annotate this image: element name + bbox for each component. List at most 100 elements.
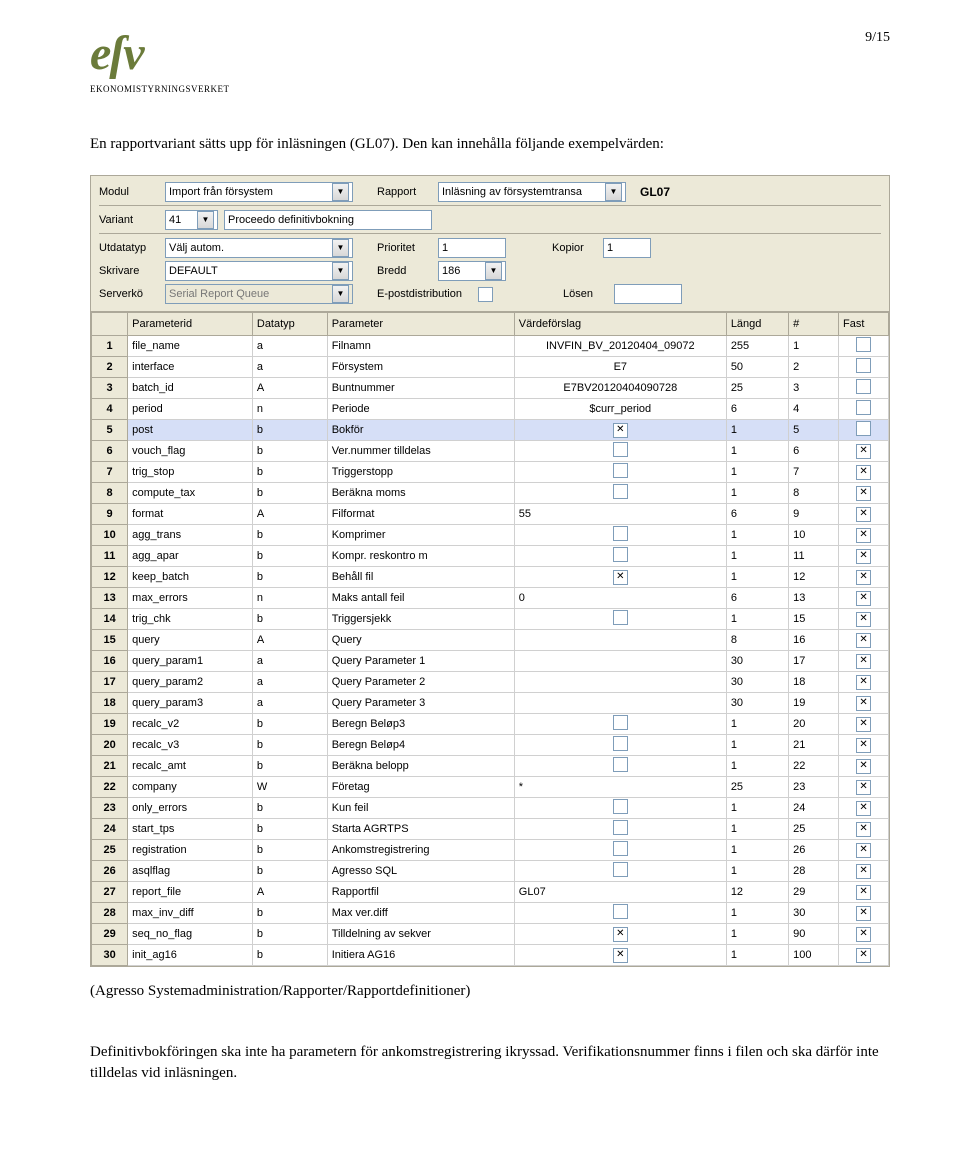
checkbox-icon[interactable]: ✕ (856, 654, 871, 669)
checkbox-icon[interactable] (613, 841, 628, 856)
checkbox-icon[interactable] (613, 820, 628, 835)
table-row[interactable]: 29seq_no_flagbTilldelning av sekver✕190✕ (92, 924, 889, 945)
cell-fast[interactable]: ✕ (839, 798, 889, 819)
table-row[interactable]: 24start_tpsbStarta AGRTPS125✕ (92, 819, 889, 840)
modul-input[interactable]: Import från försystem ▼ (165, 182, 353, 202)
cell-fast[interactable] (839, 336, 889, 357)
chevron-down-icon[interactable]: ▼ (485, 262, 502, 280)
cell-fast[interactable]: ✕ (839, 504, 889, 525)
checkbox-icon[interactable] (613, 463, 628, 478)
table-row[interactable]: 10agg_transbKomprimer110✕ (92, 525, 889, 546)
checkbox-icon[interactable]: ✕ (856, 444, 871, 459)
checkbox-icon[interactable] (613, 610, 628, 625)
cell-vardeforslag[interactable] (514, 840, 726, 861)
cell-fast[interactable]: ✕ (839, 462, 889, 483)
cell-vardeforslag[interactable]: E7 (514, 357, 726, 378)
table-row[interactable]: 11agg_aparbKompr. reskontro m111✕ (92, 546, 889, 567)
checkbox-icon[interactable] (613, 484, 628, 499)
cell-vardeforslag[interactable]: 0 (514, 588, 726, 609)
checkbox-icon[interactable]: ✕ (856, 633, 871, 648)
checkbox-icon[interactable]: ✕ (856, 801, 871, 816)
cell-fast[interactable]: ✕ (839, 777, 889, 798)
chevron-down-icon[interactable]: ▼ (332, 239, 349, 257)
checkbox-icon[interactable] (613, 715, 628, 730)
table-row[interactable]: 9formatAFilformat5569✕ (92, 504, 889, 525)
cell-vardeforslag[interactable]: GL07 (514, 882, 726, 903)
cell-fast[interactable]: ✕ (839, 840, 889, 861)
cell-vardeforslag[interactable]: 55 (514, 504, 726, 525)
table-row[interactable]: 14trig_chkbTriggersjekk115✕ (92, 609, 889, 630)
table-row[interactable]: 12keep_batchbBehåll fil✕112✕ (92, 567, 889, 588)
prioritet-input[interactable]: 1 (438, 238, 506, 258)
cell-fast[interactable]: ✕ (839, 567, 889, 588)
cell-fast[interactable] (839, 399, 889, 420)
cell-fast[interactable]: ✕ (839, 882, 889, 903)
checkbox-icon[interactable]: ✕ (856, 465, 871, 480)
table-row[interactable]: 2interfaceaFörsystemE7502 (92, 357, 889, 378)
table-row[interactable]: 27report_fileARapportfilGL071229✕ (92, 882, 889, 903)
cell-fast[interactable]: ✕ (839, 735, 889, 756)
table-row[interactable]: 15queryAQuery816✕ (92, 630, 889, 651)
chevron-down-icon[interactable]: ▼ (332, 183, 349, 201)
checkbox-icon[interactable]: ✕ (856, 759, 871, 774)
cell-vardeforslag[interactable] (514, 651, 726, 672)
checkbox-icon[interactable]: ✕ (856, 570, 871, 585)
checkbox-icon[interactable]: ✕ (856, 843, 871, 858)
checkbox-icon[interactable] (613, 799, 628, 814)
cell-vardeforslag[interactable] (514, 630, 726, 651)
variant-text-input[interactable]: Proceedo definitivbokning (224, 210, 432, 230)
cell-fast[interactable]: ✕ (839, 819, 889, 840)
checkbox-icon[interactable]: ✕ (613, 423, 628, 438)
table-row[interactable]: 23only_errorsbKun feil124✕ (92, 798, 889, 819)
checkbox-icon[interactable]: ✕ (856, 612, 871, 627)
kopior-input[interactable]: 1 (603, 238, 651, 258)
checkbox-icon[interactable]: ✕ (856, 906, 871, 921)
chevron-down-icon[interactable]: ▼ (605, 183, 622, 201)
chevron-down-icon[interactable]: ▼ (197, 211, 214, 229)
cell-vardeforslag[interactable] (514, 462, 726, 483)
checkbox-icon[interactable]: ✕ (856, 738, 871, 753)
cell-vardeforslag[interactable] (514, 861, 726, 882)
cell-vardeforslag[interactable]: E7BV20120404090728 (514, 378, 726, 399)
table-row[interactable]: 3batch_idABuntnummerE7BV2012040409072825… (92, 378, 889, 399)
checkbox-icon[interactable]: ✕ (856, 948, 871, 963)
checkbox-icon[interactable] (856, 379, 871, 394)
checkbox-icon[interactable]: ✕ (856, 549, 871, 564)
checkbox-icon[interactable]: ✕ (856, 717, 871, 732)
parameter-grid[interactable]: Parameterid Datatyp Parameter Värdeförsl… (91, 311, 889, 966)
rapport-input[interactable]: Inläsning av försystemtransa ▼ (438, 182, 626, 202)
checkbox-icon[interactable]: ✕ (856, 675, 871, 690)
cell-vardeforslag[interactable]: ✕ (514, 567, 726, 588)
chevron-down-icon[interactable]: ▼ (332, 262, 349, 280)
cell-fast[interactable]: ✕ (839, 945, 889, 966)
cell-vardeforslag[interactable]: INVFIN_BV_20120404_09072 (514, 336, 726, 357)
table-row[interactable]: 22companyWFöretag*2523✕ (92, 777, 889, 798)
table-row[interactable]: 8compute_taxbBeräkna moms18✕ (92, 483, 889, 504)
variant-input[interactable]: 41 ▼ (165, 210, 218, 230)
cell-vardeforslag[interactable] (514, 735, 726, 756)
checkbox-icon[interactable] (856, 358, 871, 373)
cell-vardeforslag[interactable] (514, 546, 726, 567)
table-row[interactable]: 28max_inv_diffbMax ver.diff130✕ (92, 903, 889, 924)
cell-fast[interactable] (839, 357, 889, 378)
checkbox-icon[interactable]: ✕ (856, 885, 871, 900)
cell-fast[interactable]: ✕ (839, 588, 889, 609)
cell-vardeforslag[interactable] (514, 819, 726, 840)
checkbox-icon[interactable]: ✕ (856, 780, 871, 795)
cell-vardeforslag[interactable] (514, 441, 726, 462)
checkbox-icon[interactable]: ✕ (856, 507, 871, 522)
table-row[interactable]: 30init_ag16bInitiera AG16✕1100✕ (92, 945, 889, 966)
cell-vardeforslag[interactable]: ✕ (514, 420, 726, 441)
bredd-input[interactable]: 186 ▼ (438, 261, 506, 281)
cell-fast[interactable] (839, 378, 889, 399)
table-row[interactable]: 16query_param1aQuery Parameter 13017✕ (92, 651, 889, 672)
cell-fast[interactable]: ✕ (839, 714, 889, 735)
cell-fast[interactable]: ✕ (839, 651, 889, 672)
table-row[interactable]: 13max_errorsnMaks antall feil0613✕ (92, 588, 889, 609)
cell-vardeforslag[interactable] (514, 903, 726, 924)
epost-checkbox[interactable] (478, 287, 493, 302)
checkbox-icon[interactable]: ✕ (856, 822, 871, 837)
cell-fast[interactable]: ✕ (839, 546, 889, 567)
table-row[interactable]: 18query_param3aQuery Parameter 33019✕ (92, 693, 889, 714)
skrivare-input[interactable]: DEFAULT ▼ (165, 261, 353, 281)
